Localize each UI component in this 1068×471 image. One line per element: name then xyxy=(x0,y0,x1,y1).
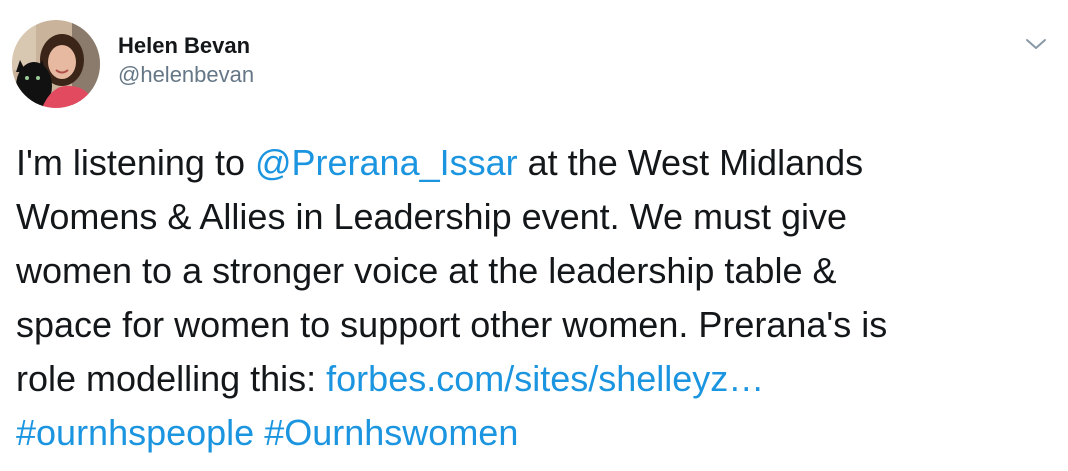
text-segment: role modelling this: xyxy=(16,358,327,399)
hashtag-link[interactable]: #Ournhswomen xyxy=(264,412,518,453)
tweet-text-line-6: #ournhspeople #Ournhswomen xyxy=(16,406,1056,460)
url-link[interactable]: forbes.com/sites/shelleyz… xyxy=(326,358,764,399)
mention-link[interactable]: @Prerana_Issar xyxy=(255,142,518,183)
tweet-text-line-4: space for women to support other women. … xyxy=(16,304,888,345)
chevron-down-icon[interactable] xyxy=(1022,34,1050,54)
tweet-text: I'm listening to @Prerana_Issar at the W… xyxy=(16,136,1056,460)
avatar-image xyxy=(12,20,100,108)
author-handle[interactable]: @helenbevan xyxy=(118,60,254,90)
author-names: Helen Bevan @helenbevan xyxy=(118,32,254,90)
text-segment: at the West Midlands xyxy=(517,142,864,183)
tweet-text-line-2: Womens & Allies in Leadership event. We … xyxy=(16,196,848,237)
hashtag-link[interactable]: #ournhspeople xyxy=(16,412,254,453)
tweet-text-line-5: role modelling this: forbes.com/sites/sh… xyxy=(16,352,1056,406)
text-segment: I'm listening to xyxy=(16,142,255,183)
avatar[interactable] xyxy=(12,20,100,108)
tweet-text-line-1: I'm listening to @Prerana_Issar at the W… xyxy=(16,136,1056,190)
tweet-card: Helen Bevan @helenbevan I'm listening to… xyxy=(0,0,1068,471)
author-display-name[interactable]: Helen Bevan xyxy=(118,32,254,60)
tweet-header: Helen Bevan @helenbevan xyxy=(12,18,254,110)
tweet-text-line-3: women to a stronger voice at the leaders… xyxy=(16,250,837,291)
